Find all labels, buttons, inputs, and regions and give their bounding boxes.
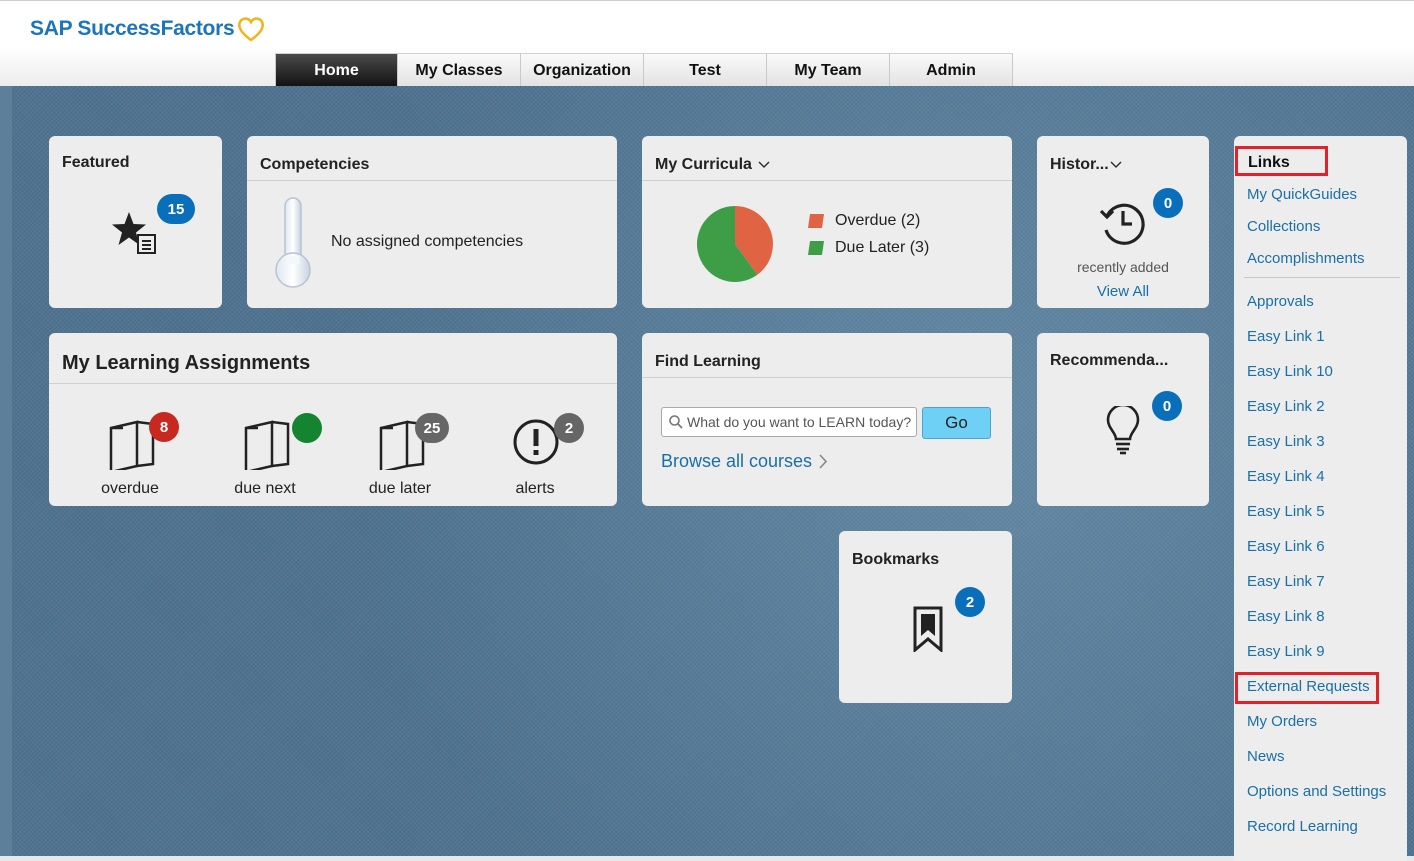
assignment-overdue[interactable]: 8 overdue <box>75 412 185 503</box>
bottom-strip <box>0 856 1414 861</box>
curricula-title-row[interactable]: My Curricula <box>655 156 770 174</box>
history-tile[interactable]: Histor... 0 recently added View All <box>1037 136 1209 308</box>
legend-swatch-overdue <box>808 213 824 228</box>
tab-my-team[interactable]: My Team <box>767 53 890 87</box>
card-divider <box>247 180 617 181</box>
browse-all-courses-label: Browse all courses <box>661 451 813 471</box>
history-badge: 0 <box>1153 188 1183 218</box>
competencies-title: Competencies <box>260 156 370 173</box>
view-all-link[interactable]: View All <box>1037 283 1209 300</box>
book-icon <box>244 420 290 470</box>
legend-swatch-due-later <box>808 240 824 255</box>
thermometer-icon <box>275 197 311 288</box>
link-easy-link-6[interactable]: Easy Link 6 <box>1247 538 1325 555</box>
link-approvals[interactable]: Approvals <box>1247 293 1314 310</box>
due-next-badge <box>292 413 322 443</box>
history-title: Histor... <box>1050 156 1109 173</box>
link-collections[interactable]: Collections <box>1247 218 1320 235</box>
assignment-due-later[interactable]: 25 due later <box>345 413 455 503</box>
featured-tile[interactable]: Featured 15 <box>49 136 222 308</box>
link-easy-link-2[interactable]: Easy Link 2 <box>1247 398 1325 415</box>
link-accomplishments[interactable]: Accomplishments <box>1247 250 1365 267</box>
link-easy-link-3[interactable]: Easy Link 3 <box>1247 433 1325 450</box>
competencies-tile[interactable]: Competencies No assigned competencies <box>247 136 617 308</box>
curricula-title: My Curricula <box>655 156 752 173</box>
assignments-title: My Learning Assignments <box>62 352 311 374</box>
tab-test[interactable]: Test <box>644 53 767 87</box>
overdue-badge: 8 <box>149 412 179 442</box>
curricula-tile[interactable]: My Curricula Overdue (2) Due Later (3) <box>642 136 1012 308</box>
assignment-label: due next <box>234 480 296 497</box>
curricula-legend: Overdue (2) Due Later (3) <box>808 207 929 261</box>
bookmarks-tile[interactable]: Bookmarks 2 <box>839 531 1012 703</box>
logo-text: SAP SuccessFactors <box>30 17 235 40</box>
curricula-pie-chart <box>697 206 773 282</box>
find-learning-tile: Find Learning Go Browse all courses <box>642 333 1012 506</box>
link-options-and-settings[interactable]: Options and Settings <box>1247 783 1386 800</box>
assignment-label: overdue <box>101 480 159 497</box>
recommendations-tile[interactable]: Recommenda... 0 <box>1037 333 1209 506</box>
lightbulb-icon <box>1106 406 1140 455</box>
tab-home[interactable]: Home <box>275 53 398 87</box>
learning-assignments-tile[interactable]: My Learning Assignments 8 overdue due ne… <box>49 333 617 506</box>
links-divider <box>1244 277 1400 278</box>
app-header: SAP SuccessFactors Home My Classes Organ… <box>0 0 1414 87</box>
link-easy-link-10[interactable]: Easy Link 10 <box>1247 363 1333 380</box>
featured-title: Featured <box>62 154 130 171</box>
assignment-due-next[interactable]: due next <box>210 413 322 503</box>
browse-all-courses-link[interactable]: Browse all courses <box>661 451 828 472</box>
card-divider <box>49 383 617 384</box>
links-panel: Links My QuickGuides Collections Accompl… <box>1234 136 1407 861</box>
featured-star-icon <box>112 212 156 254</box>
competencies-message: No assigned competencies <box>331 233 524 250</box>
chevron-right-icon <box>819 454 828 469</box>
recommendations-badge: 0 <box>1152 391 1182 421</box>
legend-item-overdue: Overdue (2) <box>808 207 929 234</box>
bookmarks-badge: 2 <box>955 587 985 617</box>
legend-label-overdue: Overdue (2) <box>835 211 921 229</box>
history-title-row[interactable]: Histor... <box>1050 156 1122 174</box>
bookmarks-title: Bookmarks <box>852 551 940 568</box>
link-easy-link-1[interactable]: Easy Link 1 <box>1247 328 1325 345</box>
search-box[interactable] <box>661 407 917 437</box>
bookmark-icon <box>913 606 943 652</box>
links-title: Links <box>1235 146 1328 176</box>
heart-icon <box>238 17 265 42</box>
link-record-learning[interactable]: Record Learning <box>1247 818 1358 835</box>
alerts-badge: 2 <box>554 413 584 443</box>
search-icon <box>669 415 683 429</box>
main-nav: Home My Classes Organization Test My Tea… <box>275 53 1013 87</box>
tab-my-classes[interactable]: My Classes <box>398 53 521 87</box>
search-input[interactable] <box>687 414 913 430</box>
link-my-quickguides[interactable]: My QuickGuides <box>1247 186 1357 203</box>
sap-successfactors-logo[interactable]: SAP SuccessFactors <box>30 15 266 43</box>
history-clock-icon <box>1099 203 1145 245</box>
card-divider <box>642 180 1012 181</box>
chevron-down-icon <box>1110 161 1122 169</box>
link-easy-link-8[interactable]: Easy Link 8 <box>1247 608 1325 625</box>
due-later-badge: 25 <box>415 413 449 443</box>
link-external-requests[interactable]: External Requests <box>1247 678 1370 695</box>
assignment-label: due later <box>368 480 432 497</box>
legend-label-due-later: Due Later (3) <box>835 238 930 256</box>
legend-item-due-later: Due Later (3) <box>808 234 929 261</box>
link-my-orders[interactable]: My Orders <box>1247 713 1317 730</box>
link-easy-link-9[interactable]: Easy Link 9 <box>1247 643 1325 660</box>
assignment-label: alerts <box>515 480 555 497</box>
go-button[interactable]: Go <box>922 407 991 439</box>
tab-admin[interactable]: Admin <box>890 53 1013 87</box>
featured-badge: 15 <box>157 194 195 224</box>
link-easy-link-7[interactable]: Easy Link 7 <box>1247 573 1325 590</box>
recommendations-title: Recommenda... <box>1050 352 1169 369</box>
link-easy-link-5[interactable]: Easy Link 5 <box>1247 503 1325 520</box>
link-news[interactable]: News <box>1247 748 1285 765</box>
link-easy-link-4[interactable]: Easy Link 4 <box>1247 468 1325 485</box>
assignment-alerts[interactable]: 2 alerts <box>480 413 590 503</box>
tab-organization[interactable]: Organization <box>521 53 644 87</box>
find-learning-title: Find Learning <box>655 353 761 370</box>
card-divider <box>642 377 1012 378</box>
chevron-down-icon <box>758 161 770 169</box>
history-caption: recently added <box>1077 259 1169 275</box>
